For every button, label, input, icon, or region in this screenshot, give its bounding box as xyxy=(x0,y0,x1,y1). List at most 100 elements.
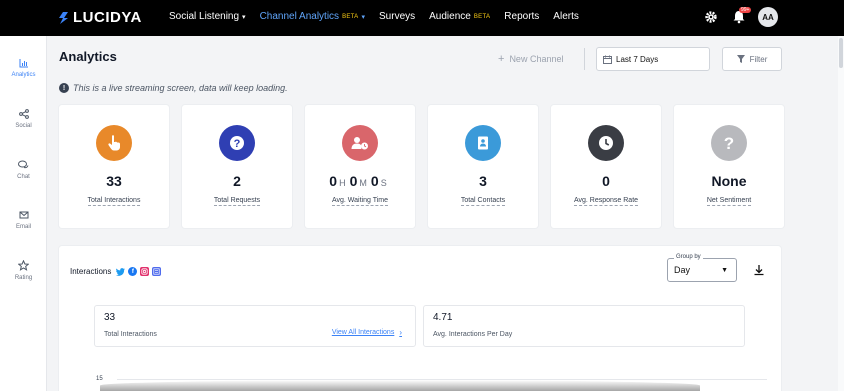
card-label[interactable]: Total Interactions xyxy=(59,197,169,206)
minutes-value: 0 xyxy=(349,173,358,189)
notification-badge: 99+ xyxy=(739,7,752,13)
interactions-title-text: Interactions xyxy=(70,267,112,276)
svg-text:?: ? xyxy=(234,138,241,150)
sidebar-item-label: Social xyxy=(15,123,32,129)
sidebar-item-analytics[interactable]: Analytics xyxy=(0,58,47,78)
card-value: None xyxy=(711,173,747,189)
nav-channel-analytics[interactable]: Channel Analytics BETA ▾ xyxy=(260,11,365,22)
channel-icons: f xyxy=(116,267,164,276)
notifications-button[interactable]: 99+ xyxy=(732,7,752,24)
card-label-text: Total Requests xyxy=(213,197,261,206)
sidebar-item-rating[interactable]: Rating xyxy=(0,260,47,281)
mail-icon xyxy=(19,211,28,219)
top-nav: LUCIDYA Social Listening ▾ Channel Analy… xyxy=(0,0,844,36)
card-avg-response-rate: 0 Avg. Response Rate xyxy=(551,105,661,228)
brand-name: LUCIDYA xyxy=(73,9,142,26)
gear-icon[interactable] xyxy=(704,10,718,24)
sidebar-item-label: Analytics xyxy=(11,72,36,78)
card-label[interactable]: Net Sentiment xyxy=(674,197,784,206)
interactions-title: Interactions f xyxy=(70,267,164,276)
filter-button[interactable]: Filter xyxy=(722,47,782,71)
card-label[interactable]: Avg. Waiting Time xyxy=(305,197,415,206)
new-channel-button[interactable]: + New Channel xyxy=(498,53,563,65)
beta-badge: BETA xyxy=(473,13,491,20)
divider xyxy=(584,48,585,70)
share-icon xyxy=(18,109,29,119)
interactions-panel: Interactions f Group by Day ▼ 33 Total I… xyxy=(59,246,781,391)
card-value: 33 xyxy=(106,173,122,189)
seconds-value: 0 xyxy=(370,173,379,189)
card-label-text: Total Interactions xyxy=(87,197,141,206)
group-by-value: Day xyxy=(674,265,691,275)
scrollbar-thumb[interactable] xyxy=(839,38,843,68)
page-scrollbar[interactable] xyxy=(838,36,844,391)
card-total-contacts: 3 Total Contacts xyxy=(428,105,538,228)
clock-icon xyxy=(588,125,624,161)
new-channel-label: New Channel xyxy=(509,54,564,64)
download-icon[interactable] xyxy=(753,264,765,276)
nav-reports[interactable]: Reports xyxy=(504,11,539,22)
sidebar-item-label: Email xyxy=(15,224,31,230)
question-icon: ? xyxy=(219,125,255,161)
avatar[interactable]: AA xyxy=(758,7,778,27)
nav-label: Surveys xyxy=(379,11,416,22)
main-nav: Social Listening ▾ Channel Analytics BET… xyxy=(169,11,593,22)
contact-book-icon xyxy=(465,125,501,161)
stat-label: Total Interactions xyxy=(104,331,157,338)
filter-label: Filter xyxy=(749,54,768,64)
sidebar-item-label: Rating xyxy=(14,275,33,281)
calendar-icon xyxy=(603,55,612,64)
link-text: View All Interactions xyxy=(331,329,395,336)
beta-badge: BETA xyxy=(342,13,359,20)
card-label[interactable]: Total Requests xyxy=(182,197,292,206)
card-value: 0H0M0S xyxy=(305,173,415,189)
instagram-icon xyxy=(140,267,150,276)
user-clock-icon xyxy=(342,125,378,161)
live-stream-notice: ! This is a live streaming screen, data … xyxy=(59,83,288,93)
card-total-interactions: 33 Total Interactions xyxy=(59,105,169,228)
date-range-picker[interactable]: Last 7 Days xyxy=(596,47,710,71)
nav-label: Social Listening xyxy=(169,11,240,22)
date-range-value: Last 7 Days xyxy=(616,54,659,64)
card-label-text: Avg. Response Rate xyxy=(573,197,639,206)
nav-label: Channel Analytics xyxy=(259,11,340,22)
lucidya-logo-icon xyxy=(59,11,68,24)
notice-text: This is a live streaming screen, data wi… xyxy=(73,83,288,93)
view-all-interactions-link[interactable]: View All Interactions › xyxy=(332,328,402,337)
bottom-shadow xyxy=(100,380,700,391)
card-value: 2 xyxy=(233,173,241,189)
group-by-select[interactable]: Group by Day ▼ xyxy=(667,254,737,282)
sidebar: Analytics Social Chat Email Rating xyxy=(0,36,47,391)
stat-avg-interactions: 4.71 Avg. Interactions Per Day xyxy=(423,305,745,347)
hours-value: 0 xyxy=(329,173,338,189)
nav-surveys[interactable]: Surveys xyxy=(379,11,415,22)
nav-label: Reports xyxy=(504,11,540,22)
card-label[interactable]: Avg. Response Rate xyxy=(551,197,661,206)
sidebar-item-social[interactable]: Social xyxy=(0,109,47,129)
twitter-icon xyxy=(116,267,126,276)
card-label-text: Total Contacts xyxy=(460,197,506,206)
card-total-requests: ? 2 Total Requests xyxy=(182,105,292,228)
nav-alerts[interactable]: Alerts xyxy=(553,11,579,22)
sidebar-item-chat[interactable]: Chat xyxy=(0,160,47,180)
caret-down-icon: ▼ xyxy=(721,267,728,274)
star-icon xyxy=(18,260,29,271)
svg-text:?: ? xyxy=(724,134,734,152)
sidebar-item-label: Chat xyxy=(17,174,30,180)
sidebar-item-email[interactable]: Email xyxy=(0,210,47,230)
card-value: 0 xyxy=(602,173,610,189)
y-axis-tick: 15 xyxy=(96,376,103,382)
hours-unit: H xyxy=(339,178,346,188)
live-chat-icon xyxy=(152,267,162,276)
chat-icon xyxy=(18,160,29,169)
chevron-right-icon: › xyxy=(399,328,402,337)
hand-pointer-icon xyxy=(96,125,132,161)
bar-chart-icon xyxy=(19,59,28,68)
nav-social-listening[interactable]: Social Listening ▾ xyxy=(169,11,246,22)
nav-audience[interactable]: Audience BETA xyxy=(429,11,490,22)
chevron-down-icon: ▾ xyxy=(361,13,366,21)
brand-logo[interactable]: LUCIDYA xyxy=(58,9,142,26)
stat-value: 33 xyxy=(104,312,116,323)
filter-icon xyxy=(736,55,745,63)
card-label[interactable]: Total Contacts xyxy=(428,197,538,206)
